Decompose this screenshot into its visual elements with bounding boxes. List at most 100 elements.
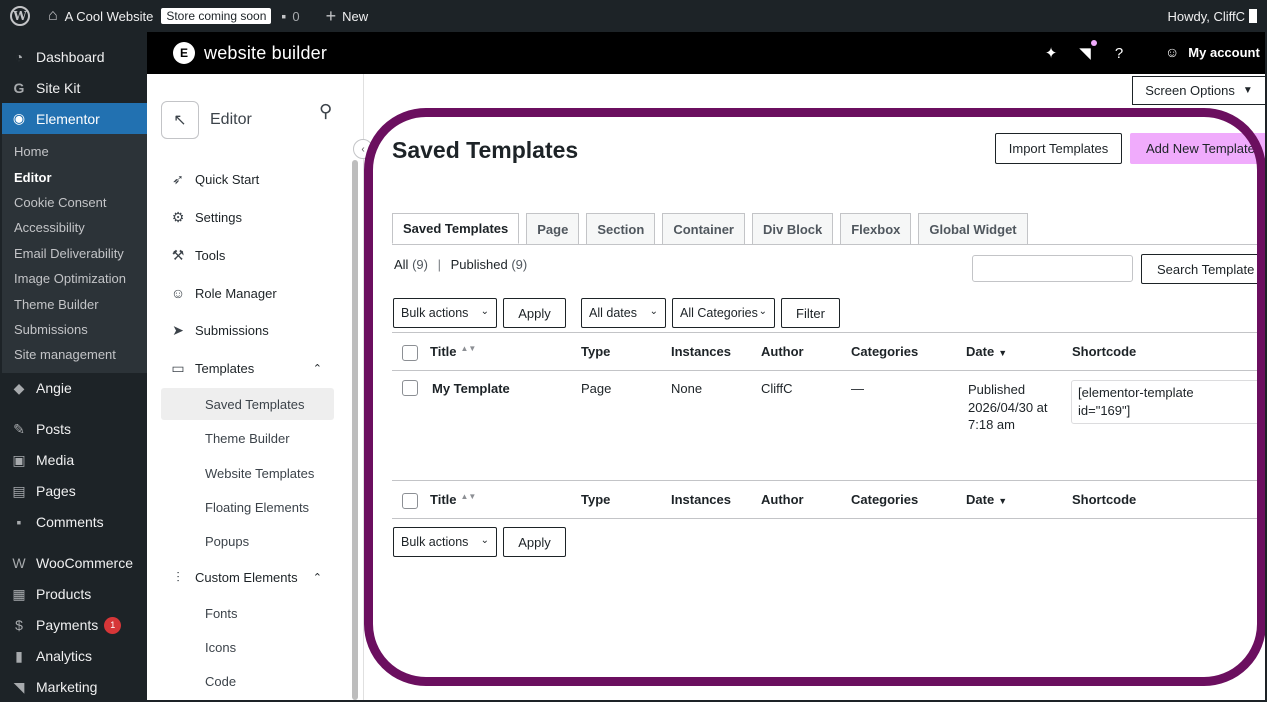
lightbulb-icon[interactable]: ✦: [1040, 42, 1062, 64]
select-all-checkbox[interactable]: [402, 345, 418, 361]
subnav-popups[interactable]: Popups: [161, 525, 334, 557]
nav-submissions[interactable]: ➤ Submissions: [161, 314, 334, 346]
menu-media[interactable]: ▣ Media: [0, 445, 147, 476]
comments-link[interactable]: ▪ 0: [281, 8, 315, 24]
collapse-sidebar-button[interactable]: ‹: [353, 139, 373, 159]
nav-custom-elements[interactable]: ⫶ Custom Elements ⌃: [161, 561, 334, 593]
nav-settings[interactable]: ⚙ Settings: [161, 201, 334, 233]
subnav-fonts[interactable]: Fonts: [161, 597, 334, 629]
filter-published-link[interactable]: Published (9): [451, 257, 528, 272]
dollar-icon: $: [15, 617, 23, 634]
tab-container[interactable]: Container: [662, 213, 745, 244]
subnav-code[interactable]: Code: [161, 665, 334, 697]
bulk-actions-select-bottom[interactable]: Bulk actions ⌄: [393, 527, 497, 557]
dates-filter-select[interactable]: All dates ⌄: [581, 298, 666, 328]
add-new-template-button[interactable]: Add New Template: [1130, 133, 1267, 164]
box-icon: ▦: [12, 585, 26, 602]
sidebar-scrollbar[interactable]: [352, 160, 358, 700]
tab-div-block[interactable]: Div Block: [751, 213, 834, 244]
import-templates-button[interactable]: Import Templates: [995, 133, 1122, 164]
elementor-sidebar: ↖ Editor ⚲ ➶ Quick Start ⚙ Settings ⚒ Tools…: [147, 74, 364, 702]
nav-tools[interactable]: ⚒ Tools: [161, 239, 334, 271]
wrench-icon: ⚒: [171, 246, 185, 263]
subnav-website-templates[interactable]: Website Templates: [161, 457, 334, 489]
admin-sidebar-menu: ◔ Dashboard G Site Kit ◉ Elementor Home Edi…: [0, 32, 147, 702]
menu-angie[interactable]: ◆ Angie: [0, 373, 147, 404]
site-name-link[interactable]: ⌂ A Cool Website Store coming soon: [48, 7, 272, 25]
submenu-site-management[interactable]: Site management: [0, 342, 147, 367]
submenu-theme-builder[interactable]: Theme Builder: [0, 291, 147, 316]
admin-bar: W ⌂ A Cool Website Store coming soon ▪ 0…: [0, 0, 1267, 32]
avatar: [1249, 9, 1257, 23]
plus-icon: +: [325, 5, 337, 26]
rocket-icon: ➶: [172, 170, 184, 187]
column-date[interactable]: Date ▼: [966, 344, 1007, 359]
select-all-checkbox-bottom[interactable]: [402, 493, 418, 509]
pages-icon: ▤: [12, 482, 26, 499]
screen-options-button[interactable]: Screen Options ▼: [1132, 76, 1266, 105]
column-date[interactable]: Date ▼: [966, 492, 1007, 507]
home-icon: ⌂: [48, 7, 58, 24]
editor-cursor-icon: ↖: [161, 101, 199, 139]
subnav-saved-templates[interactable]: Saved Templates: [161, 388, 334, 420]
search-templates-input[interactable]: [972, 255, 1133, 282]
submenu-image-optimization[interactable]: Image Optimization: [0, 266, 147, 291]
chevron-up-icon[interactable]: ⌃: [313, 571, 322, 584]
tab-flexbox[interactable]: Flexbox: [840, 213, 912, 244]
row-author[interactable]: CliffC: [761, 381, 793, 396]
tab-saved-templates[interactable]: Saved Templates: [392, 213, 520, 244]
new-content-link[interactable]: + New: [326, 6, 369, 27]
menu-products[interactable]: ▦ Products: [0, 579, 147, 610]
paper-plane-icon: ➤: [172, 321, 184, 338]
apply-button-bottom[interactable]: Apply: [503, 527, 566, 557]
comments-count: 0: [292, 8, 300, 24]
subnav-icons[interactable]: Icons: [161, 631, 334, 663]
tab-global-widget[interactable]: Global Widget: [918, 213, 1028, 244]
tab-section[interactable]: Section: [586, 213, 656, 244]
submenu-home[interactable]: Home: [0, 139, 147, 164]
filter-button[interactable]: Filter: [781, 298, 840, 328]
menu-woocommerce[interactable]: W WooCommerce: [0, 548, 147, 579]
wordpress-logo-icon[interactable]: W: [10, 6, 30, 26]
menu-elementor[interactable]: ◉ Elementor: [0, 103, 147, 134]
row-date: Published 2026/04/30 at 7:18 am: [968, 382, 1048, 432]
subnav-floating-elements[interactable]: Floating Elements: [161, 491, 334, 523]
row-checkbox[interactable]: [402, 380, 418, 396]
column-title[interactable]: Title ▲▼: [430, 344, 476, 359]
store-status-badge[interactable]: Store coming soon: [161, 8, 272, 24]
column-title[interactable]: Title ▲▼: [430, 492, 476, 507]
tab-page[interactable]: Page: [526, 213, 580, 244]
search-template-button[interactable]: Search Template: [1141, 254, 1267, 284]
chevron-up-icon[interactable]: ⌃: [313, 362, 322, 375]
template-title-link[interactable]: My Template: [432, 381, 510, 396]
apply-button-top[interactable]: Apply: [503, 298, 566, 328]
menu-marketing[interactable]: ◥ Marketing: [0, 672, 147, 702]
column-shortcode: Shortcode: [1072, 492, 1137, 507]
menu-comments[interactable]: ▪ Comments: [0, 507, 147, 538]
menu-analytics[interactable]: ▮ Analytics: [0, 641, 147, 672]
nav-quick-start[interactable]: ➶ Quick Start: [161, 163, 334, 195]
submenu-submissions[interactable]: Submissions: [0, 317, 147, 342]
menu-payments[interactable]: $ Payments 1: [0, 610, 147, 641]
bulk-actions-select-top[interactable]: Bulk actions ⌄: [393, 298, 497, 328]
my-account-button[interactable]: ☺ My account: [1165, 44, 1260, 60]
menu-posts[interactable]: ✎ Posts: [0, 414, 147, 445]
submenu-accessibility[interactable]: Accessibility: [0, 215, 147, 240]
search-icon[interactable]: ⚲: [319, 101, 332, 122]
nav-role-manager[interactable]: ☺ Role Manager: [161, 277, 334, 309]
nav-templates[interactable]: ▭ Templates ⌃: [161, 352, 334, 384]
menu-dashboard[interactable]: ◔ Dashboard: [0, 41, 147, 72]
help-icon[interactable]: ?: [1108, 42, 1130, 64]
sort-icon: ▲▼: [460, 344, 477, 353]
column-type: Type: [581, 344, 611, 359]
shortcode-field[interactable]: [elementor-template id="169"]: [1071, 380, 1267, 424]
filter-all-link[interactable]: All (9): [394, 257, 428, 272]
submenu-editor[interactable]: Editor: [0, 164, 147, 189]
menu-site-kit[interactable]: G Site Kit: [0, 72, 147, 103]
menu-pages[interactable]: ▤ Pages: [0, 476, 147, 507]
categories-filter-select[interactable]: All Categories ⌄: [672, 298, 775, 328]
howdy-user-menu[interactable]: Howdy, CliffC: [1167, 9, 1257, 24]
submenu-cookie-consent[interactable]: Cookie Consent: [0, 190, 147, 215]
subnav-theme-builder[interactable]: Theme Builder: [161, 422, 334, 454]
submenu-email-deliverability[interactable]: Email Deliverability: [0, 241, 147, 266]
